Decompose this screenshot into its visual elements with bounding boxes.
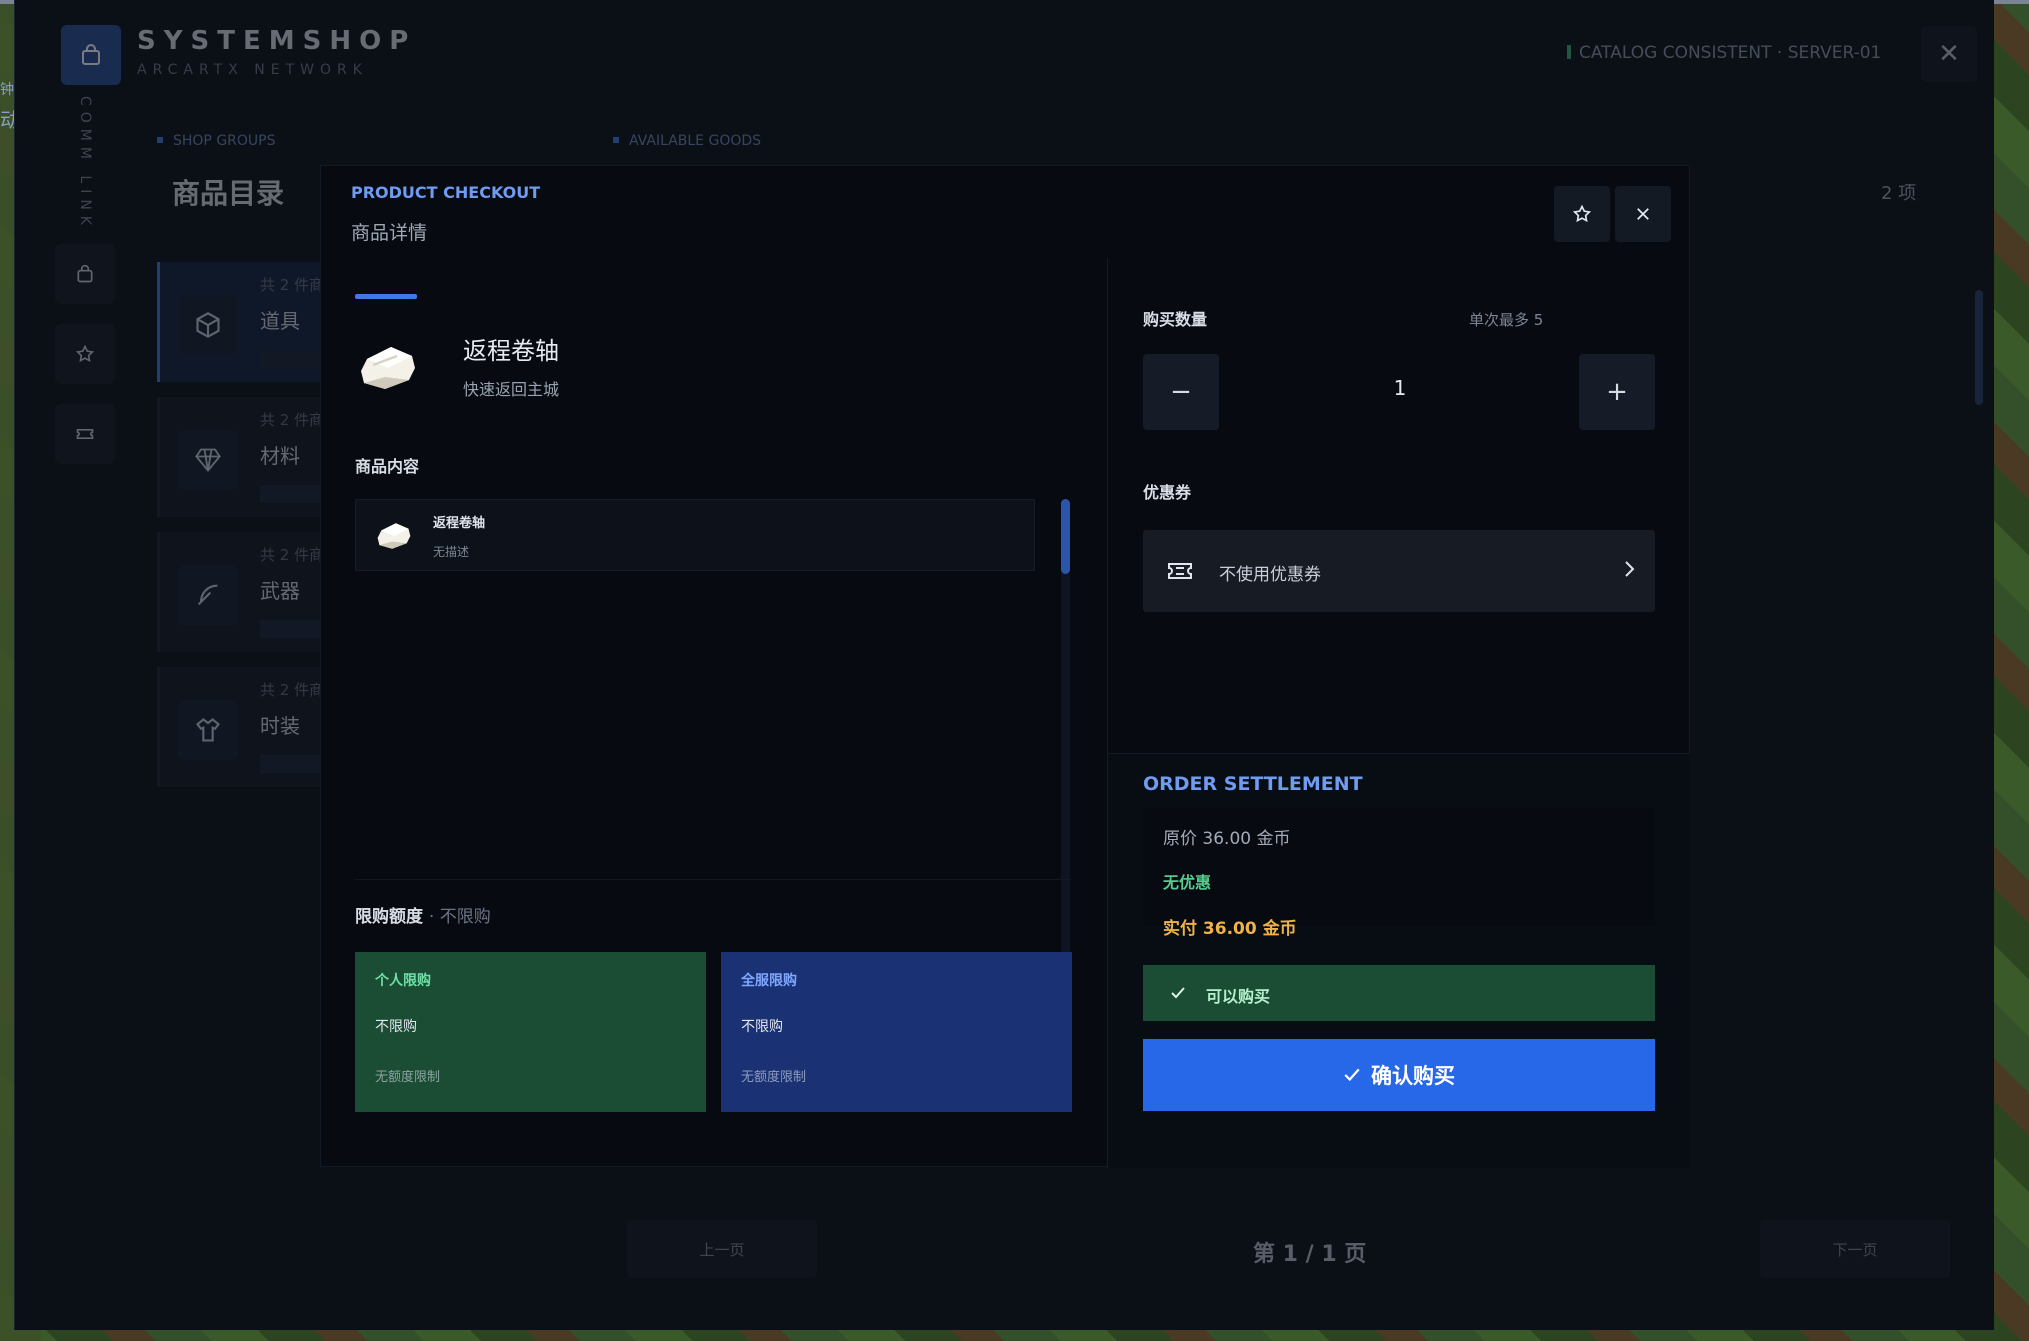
original-price: 原价 36.00 金币: [1163, 829, 1291, 849]
modal-close-button[interactable]: [1615, 186, 1671, 242]
list-item[interactable]: 返程卷轴 无描述: [355, 499, 1035, 571]
limits-divider: [355, 879, 1071, 880]
limits-heading-text: 限购额度: [355, 907, 423, 927]
ticket-icon: [76, 429, 94, 439]
chevron-right-icon: [1617, 557, 1641, 581]
diamond-icon: [178, 430, 238, 490]
rail-label: COMM LINK: [77, 96, 93, 231]
brand-title: SYSTEMSHOP: [137, 26, 417, 56]
check-icon: [1167, 982, 1189, 1004]
personal-limit-note: 无额度限制: [375, 1070, 441, 1085]
personal-limit-card: 个人限购 不限购 无额度限制: [355, 952, 706, 1112]
group-name: 武器: [260, 579, 300, 603]
content-item-name: 返程卷轴: [433, 516, 486, 531]
ticket-icon: [1167, 558, 1193, 584]
coupon-selector[interactable]: 不使用优惠券: [1143, 530, 1655, 612]
bag-icon: [77, 264, 93, 283]
favorite-button[interactable]: [1554, 186, 1610, 242]
discount-text: 无优惠: [1163, 873, 1212, 892]
checkout-modal: PRODUCT CHECKOUT 商品详情 返程卷轴 快速返回主城 商品内容 返…: [320, 165, 1690, 1168]
next-page-button[interactable]: 下一页: [1760, 1220, 1950, 1278]
rail-button-coupons[interactable]: [55, 404, 115, 464]
personal-limit-value: 不限购: [375, 1019, 417, 1035]
global-limit-note: 无额度限制: [741, 1070, 807, 1085]
available-goods-label: AVAILABLE GOODS: [613, 133, 761, 149]
catalog-status: CATALOG CONSISTENT · SERVER-01: [1567, 43, 1881, 63]
edge-text-2: 动: [0, 108, 20, 132]
group-name: 时装: [260, 714, 300, 738]
scroll-icon: [351, 331, 425, 405]
shirt-icon: [178, 700, 238, 760]
quantity-decrease-button[interactable]: −: [1143, 354, 1219, 430]
close-icon: [1637, 208, 1649, 220]
feather-icon: [178, 565, 238, 625]
bag-icon: [61, 25, 121, 85]
scroll-icon: [374, 516, 414, 556]
cube-icon: [178, 295, 238, 355]
item-name: 返程卷轴: [463, 337, 559, 365]
rail-button-favorites[interactable]: [55, 324, 115, 384]
modal-title: 商品详情: [351, 222, 428, 244]
catalog-title: 商品目录: [172, 177, 285, 210]
shop-groups-label: SHOP GROUPS: [157, 133, 276, 149]
group-name: 材料: [260, 444, 300, 468]
tab-indicator: [355, 294, 417, 299]
check-icon: [1344, 1068, 1360, 1082]
quantity-input[interactable]: [1233, 358, 1567, 418]
contents-scrollbar[interactable]: [1061, 499, 1070, 574]
goods-count: 2 项: [1881, 183, 1917, 204]
final-price: 实付 36.00 金币: [1163, 919, 1297, 939]
rail-button-shop[interactable]: [55, 244, 115, 304]
purchase-status: 可以购买: [1143, 965, 1655, 1021]
item-description: 快速返回主城: [463, 380, 560, 399]
group-name: 道具: [260, 309, 300, 333]
page-indicator: 第 1 / 1 页: [1253, 1242, 1367, 1267]
personal-limit-title: 个人限购: [375, 973, 431, 989]
goods-scrollbar[interactable]: [1975, 290, 1983, 405]
global-limit-title: 全服限购: [741, 973, 797, 989]
edge-partial-text: 钟 动: [0, 75, 20, 135]
confirm-purchase-label: 确认购买: [1371, 1064, 1455, 1088]
coupon-label: 优惠券: [1143, 483, 1192, 502]
brand-subtitle: ARCARTX NETWORK: [137, 62, 368, 78]
modal-eyebrow: PRODUCT CHECKOUT: [351, 183, 541, 202]
coupon-selected: 不使用优惠券: [1219, 565, 1321, 585]
star-icon: [75, 344, 95, 363]
quantity-max-note: 单次最多 5: [1469, 311, 1544, 329]
settlement-heading: ORDER SETTLEMENT: [1143, 773, 1363, 795]
star-icon: [1572, 204, 1592, 223]
contents-heading: 商品内容: [355, 457, 420, 476]
limits-heading: 限购额度 · 不限购: [355, 902, 491, 927]
content-item-description: 无描述: [433, 545, 470, 559]
global-limit-card: 全服限购 不限购 无额度限制: [721, 952, 1072, 1112]
global-limit-value: 不限购: [741, 1019, 783, 1035]
purchase-status-text: 可以购买: [1206, 987, 1271, 1006]
limits-heading-suffix: · 不限购: [428, 907, 491, 927]
prev-page-button[interactable]: 上一页: [627, 1220, 817, 1278]
quantity-label: 购买数量: [1143, 310, 1208, 329]
close-icon[interactable]: ✕: [1921, 26, 1977, 82]
confirm-purchase-button[interactable]: 确认购买: [1143, 1039, 1655, 1111]
edge-text-1: 钟: [0, 82, 14, 98]
quantity-increase-button[interactable]: +: [1579, 354, 1655, 430]
